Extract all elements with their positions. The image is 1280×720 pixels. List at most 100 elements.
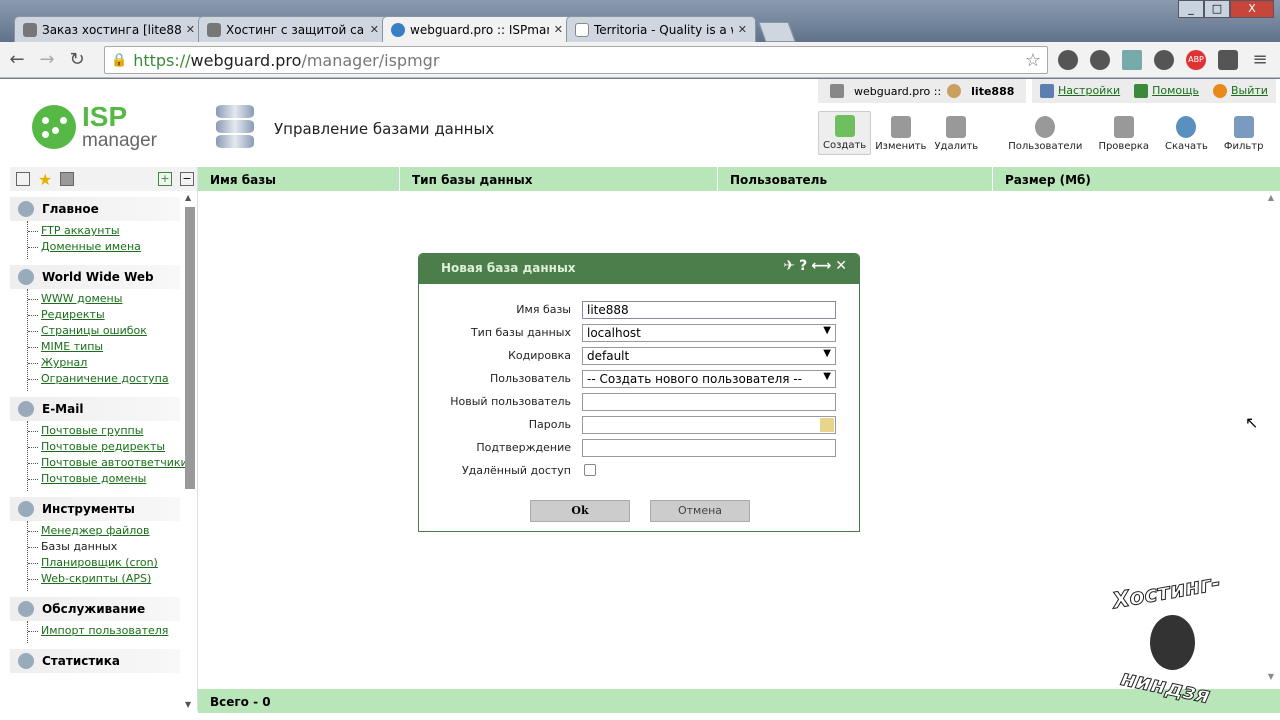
browser-tab[interactable]: Territoria - Quality is a wa ✕ [566,16,756,42]
sidebar-item[interactable]: Менеджер файлов [28,523,197,539]
bookmark-star-icon[interactable]: ☆ [1025,50,1041,71]
settings-link[interactable]: Настройки [1058,84,1120,97]
favorites-star-icon[interactable]: ★ [38,170,52,189]
sidebar-item[interactable]: Редиректы [28,307,197,323]
field-select[interactable]: default ▼ [582,347,836,365]
users-button[interactable]: Пользователи [1004,111,1086,155]
sidebar-item[interactable]: FTP аккаунты [28,223,197,239]
field-select[interactable]: localhost ▼ [582,324,836,342]
evernote-icon[interactable] [1090,50,1110,70]
sidebar-item[interactable]: Импорт пользователя [28,623,197,639]
sidebar-item[interactable]: Ограничение доступа [28,371,197,387]
maximize-button[interactable]: □ [1204,0,1230,18]
tab-close-icon[interactable]: ✕ [738,23,747,36]
back-icon[interactable]: ← [4,49,30,70]
delete-button[interactable]: Удалить [930,111,982,155]
menu-icon[interactable]: ≡ [1250,50,1270,70]
help-icon [1134,84,1149,98]
briefcase-icon[interactable] [60,172,75,186]
sidebar-item[interactable]: WWW домены [28,291,197,307]
sidebar-section-header[interactable]: Статистика [10,649,180,673]
new-tab-button[interactable] [758,22,796,42]
create-button[interactable]: Создать [818,111,872,155]
field-label: Подтверждение [476,441,571,454]
close-window-button[interactable]: X [1230,0,1274,18]
generate-password-icon[interactable] [820,418,834,432]
browser-tab-active[interactable]: webguard.pro :: ISPmanag✕ [382,16,572,42]
column-header-user[interactable]: Пользователь [718,167,993,191]
window-titlebar: _□X Заказ хостинга [lite888] у✕ Хостинг … [0,0,1280,44]
remote-access-checkbox[interactable] [584,464,596,476]
sidebar-item[interactable]: Базы данных [28,539,197,555]
column-header-size[interactable]: Размер (Мб) [993,167,1258,191]
minimize-button[interactable]: _ [1178,0,1204,18]
form-row: Тип базы данных localhost ▼ [419,324,859,342]
sidebar-item[interactable]: Планировщик (cron) [28,555,197,571]
sidebar-item[interactable]: Страницы ошибок [28,323,197,339]
mask-icon[interactable] [1218,50,1238,70]
help-link[interactable]: Помощь [1152,84,1199,97]
octopus-icon[interactable] [1154,50,1174,70]
field-input[interactable] [582,416,836,434]
list-view-icon[interactable] [16,172,30,186]
new-database-dialog: Новая база данных ✈?⟷✕ Имя базы lite888 Ти… [418,253,860,532]
expand-all-icon[interactable]: + [158,172,172,186]
sidebar-section-header[interactable]: E-Mail [10,397,180,421]
clock-icon[interactable] [1058,50,1078,70]
expand-icon[interactable]: ⟷ [811,258,835,274]
sidebar-item[interactable]: Почтовые домены [28,471,197,487]
form-row: Удалённый доступ [419,462,859,480]
statistics-icon [18,653,34,669]
sidebar-section-header[interactable]: Инструменты [10,497,180,521]
sidebar-section-header[interactable]: Обслуживание [10,597,180,621]
browser-tab[interactable]: Хостинг с защитой сайто✕ [198,16,388,42]
adblock-icon[interactable]: ABP [1186,50,1206,70]
field-input[interactable] [582,439,836,457]
forward-icon[interactable]: → [34,49,60,70]
table-scrollbar[interactable]: ▲ ▼ [1264,193,1278,683]
sidebar-section-header[interactable]: World Wide Web [10,265,180,289]
cancel-button[interactable]: Отмена [650,500,750,522]
folder-icon[interactable] [1122,50,1142,70]
sidebar-section-header[interactable]: Главное [10,197,180,221]
close-icon[interactable]: ✕ [835,258,851,274]
address-bar[interactable]: 🔒 https://webguard.pro/manager/ispmgr ☆ [104,46,1048,74]
home-icon [18,201,34,217]
sidebar-item[interactable]: Журнал [28,355,197,371]
sidebar-item[interactable]: Почтовые группы [28,423,197,439]
sidebar-item[interactable]: Web-скрипты (APS) [28,571,197,587]
tab-close-icon[interactable]: ✕ [370,23,379,36]
help-icon[interactable]: ? [799,258,811,274]
ispmanager-logo: ISP manager [32,103,157,150]
sidebar-scrollbar[interactable]: ▲ ▼ [184,193,196,711]
check-button[interactable]: Проверка [1094,111,1153,155]
field-input[interactable]: lite888 [582,301,836,319]
reload-icon[interactable]: ↻ [64,49,90,70]
dialog-title: Новая база данных [441,261,576,275]
mail-icon [18,401,34,417]
collapse-all-icon[interactable]: − [180,172,194,186]
field-select[interactable]: -- Создать нового пользователя -- ▼ [582,370,836,388]
logout-link[interactable]: Выйти [1231,84,1268,97]
tab-close-icon[interactable]: ✕ [186,23,195,36]
sidebar-item[interactable]: Доменные имена [28,239,197,255]
browser-tab[interactable]: Заказ хостинга [lite888] у✕ [14,16,204,42]
ok-button[interactable]: Ok [530,500,630,522]
filter-button[interactable]: Фильтр [1220,111,1268,155]
maintenance-icon [18,601,34,617]
pin-icon[interactable]: ✈ [783,258,799,274]
sidebar-item[interactable]: Почтовые редиректы [28,439,197,455]
sidebar-section: Обслуживание Импорт пользователя [10,597,197,643]
column-header-type[interactable]: Тип базы данных [400,167,718,191]
tab-close-icon[interactable]: ✕ [554,23,563,36]
field-input[interactable] [582,393,836,411]
action-toolbar: Создать Изменить Удалить Пользователи Пр… [818,111,1267,155]
sidebar-item[interactable]: Почтовые автоответчики [28,455,197,471]
users-icon [1035,116,1056,138]
server-icon [830,84,844,98]
sidebar-item[interactable]: MIME типы [28,339,197,355]
column-settings-icon[interactable] [1262,171,1276,185]
edit-button[interactable]: Изменить [871,111,930,155]
download-button[interactable]: Скачать [1161,111,1212,155]
column-header-name[interactable]: Имя базы [198,167,400,191]
